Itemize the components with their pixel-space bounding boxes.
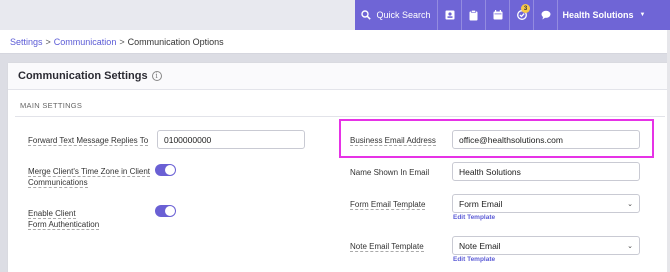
breadcrumb-separator: >: [119, 36, 125, 47]
tasks-badge: 3: [521, 4, 530, 13]
card-header: Communication Settings i: [8, 63, 669, 90]
breadcrumb-current: Communication Options: [127, 36, 224, 47]
edit-note-template-link[interactable]: Edit Template: [453, 256, 495, 263]
chevron-down-icon: ▼: [639, 12, 646, 18]
top-bar: Quick Search 3 Health Solutions ▼: [0, 0, 670, 30]
clipboard-icon: [469, 9, 478, 20]
form-email-template-value: Form Email: [459, 198, 503, 209]
merge-timezone-label: Merge Client's Time Zone in Client Commun…: [28, 167, 151, 188]
enable-form-auth-toggle[interactable]: [155, 205, 176, 217]
tasks-button[interactable]: 3: [509, 0, 533, 30]
quick-search-button[interactable]: Quick Search: [355, 0, 437, 30]
search-icon: [361, 10, 372, 20]
name-shown-label: Name Shown In Email: [350, 168, 430, 177]
enable-form-auth-label: Enable Client Form Authentication: [28, 209, 100, 230]
breadcrumb-separator: >: [45, 36, 51, 47]
edit-form-template-link[interactable]: Edit Template: [453, 214, 495, 221]
note-email-template-value: Note Email: [459, 240, 501, 251]
chat-icon: [541, 10, 550, 20]
section-label: MAIN SETTINGS: [20, 101, 83, 110]
info-icon[interactable]: i: [151, 71, 162, 81]
calendar-icon: [493, 10, 502, 20]
card-title: Communication Settings: [18, 70, 148, 82]
name-shown-input[interactable]: Health Solutions: [452, 162, 640, 181]
merge-timezone-toggle[interactable]: [155, 164, 176, 176]
note-email-template-select[interactable]: Note Email ⌄: [452, 236, 640, 255]
contacts-button[interactable]: [437, 0, 461, 30]
chat-button[interactable]: [533, 0, 557, 30]
chevron-down-icon: ⌄: [627, 200, 633, 208]
calendar-button[interactable]: [485, 0, 509, 30]
org-menu[interactable]: Health Solutions ▼: [557, 0, 650, 30]
form-email-template-select[interactable]: Form Email ⌄: [452, 194, 640, 213]
communication-settings-card: Communication Settings i MAIN SETTINGS F…: [7, 62, 670, 272]
forward-replies-input[interactable]: 0100000000: [157, 130, 305, 149]
business-email-highlight: [339, 119, 654, 158]
breadcrumb: Settings > Communication > Communication…: [0, 30, 670, 54]
org-name: Health Solutions: [562, 10, 634, 20]
contacts-icon: [445, 10, 454, 20]
top-nav: Quick Search 3 Health Solutions ▼: [355, 0, 670, 30]
section-divider: [15, 116, 665, 117]
breadcrumb-communication[interactable]: Communication: [54, 37, 117, 47]
breadcrumb-settings[interactable]: Settings: [10, 37, 43, 47]
quick-search-label: Quick Search: [376, 10, 431, 20]
forward-replies-label: Forward Text Message Replies To: [28, 136, 149, 146]
note-email-template-label: Note Email Template: [350, 242, 424, 252]
clipboard-button[interactable]: [461, 0, 485, 30]
form-email-template-label: Form Email Template: [350, 200, 426, 210]
chevron-down-icon: ⌄: [627, 242, 633, 250]
